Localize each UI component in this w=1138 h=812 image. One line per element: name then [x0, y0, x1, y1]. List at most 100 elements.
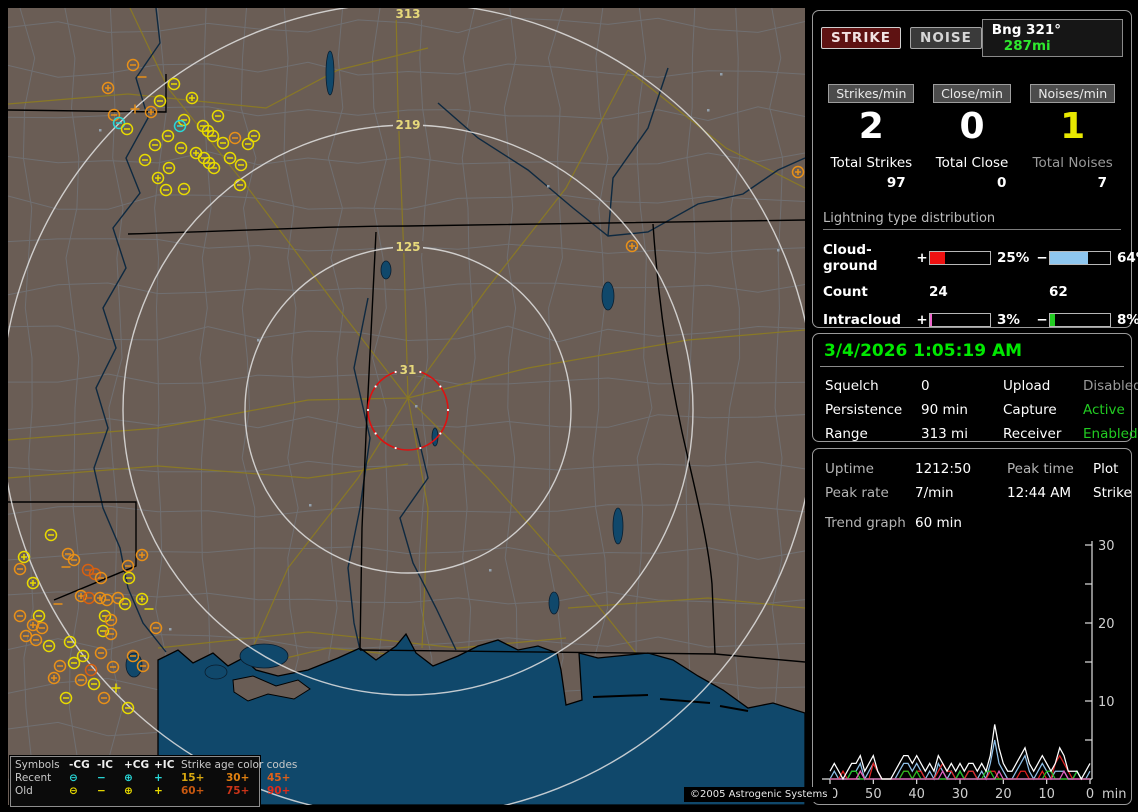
legend-row-recent-label: Recent: [15, 772, 52, 784]
ic-neg-bar-fill: [1050, 314, 1055, 326]
cg-neg-old-icon: ⊖: [69, 785, 78, 797]
noises-per-min-value: 1: [1060, 106, 1086, 147]
svg-text:30: 30: [952, 787, 969, 802]
minus-sign: −: [1036, 312, 1048, 328]
strikes-per-min-chip: Strikes/min: [828, 84, 915, 103]
noises-per-min-chip: Noises/min: [1030, 84, 1116, 103]
persistence-value: 90 min: [921, 402, 968, 418]
cg-neg-bar-fill: [1050, 252, 1089, 264]
peak-rate-value: 7/min: [915, 485, 954, 501]
legend-col-ic-pos: +IC: [154, 759, 175, 771]
strike-counter-panel: STRIKE NOISE Bng 321° 287mi Strikes/min …: [812, 10, 1138, 354]
svg-text:30: 30: [1098, 539, 1115, 554]
total-strikes-value: 97: [886, 175, 906, 191]
legend-col-ic-neg: -IC: [97, 759, 113, 771]
svg-text:125: 125: [395, 240, 420, 254]
ic-neg-recent-icon: −: [97, 772, 106, 784]
svg-text:31: 31: [400, 363, 417, 377]
close-per-min-value: 0: [959, 106, 985, 147]
legend-row-old-label: Old: [15, 785, 33, 797]
lightning-map[interactable]: 31 125 219 313: [8, 8, 805, 805]
plot-value: Strike: [1093, 485, 1132, 501]
uptime-label: Uptime: [825, 461, 874, 477]
datetime-display: 3/4/2026 1:05:19 AM: [820, 334, 1124, 367]
age-45: 45+: [267, 772, 291, 784]
svg-text:10: 10: [1098, 695, 1115, 710]
status-panel: 3/4/2026 1:05:19 AM Squelch 0 Upload Dis…: [812, 333, 1138, 442]
ic-pos-bar-fill: [930, 314, 932, 326]
range-label: Range: [825, 426, 868, 442]
map-canvas: 31 125 219 313: [8, 8, 805, 805]
ic-pos-old-icon: +: [154, 785, 163, 797]
ic-pos-pct: 3%: [997, 312, 1020, 328]
strikes-per-min-value: 2: [858, 106, 884, 147]
close-per-min-column: Close/min 0 Total Close 0: [922, 83, 1023, 191]
plus-sign: +: [916, 312, 928, 328]
strike-button[interactable]: STRIKE: [821, 27, 902, 49]
bearing-value: Bng 321°: [991, 22, 1061, 38]
squelch-value: 0: [921, 378, 930, 394]
plus-sign: +: [916, 250, 928, 266]
ic-pos-bar: [929, 313, 991, 327]
bearing-distance: 287mi: [1003, 38, 1051, 54]
age-60: 60+: [181, 785, 205, 797]
ic-neg-bar: [1049, 313, 1111, 327]
svg-text:0: 0: [1086, 787, 1094, 802]
peak-time-value: 12:44 AM: [1007, 485, 1072, 501]
age-30: 30+: [226, 772, 250, 784]
ic-pos-recent-icon: +: [154, 772, 163, 784]
svg-text:min: min: [1102, 787, 1127, 802]
copyright-text: ©2005 Astrogenic Systems: [684, 787, 834, 802]
noise-button[interactable]: NOISE: [910, 27, 982, 49]
svg-text:20: 20: [1098, 617, 1115, 632]
nexstorm-window: { "panel_top": { "strike_btn": "STRIKE",…: [0, 0, 1138, 812]
age-75: 75+: [226, 785, 250, 797]
minus-sign: −: [1036, 250, 1048, 266]
cg-pos-count: 24: [929, 284, 948, 300]
distribution-title: Lightning type distribution: [823, 211, 1121, 230]
total-noises-value: 7: [1097, 175, 1108, 191]
legend-symbols-header: Symbols: [15, 759, 60, 771]
age-90: 90+: [267, 785, 291, 797]
cg-neg-recent-icon: ⊖: [69, 772, 78, 784]
ic-neg-old-icon: −: [97, 785, 106, 797]
noises-per-min-column: Noises/min 1 Total Noises 7: [1022, 83, 1123, 191]
legend-col-cg-neg: -CG: [69, 759, 90, 771]
cg-neg-bar: [1049, 251, 1111, 265]
cg-pos-bar-fill: [930, 252, 945, 264]
strikes-per-min-column: Strikes/min 2 Total Strikes 97: [821, 83, 922, 191]
range-value: 313 mi: [921, 426, 968, 442]
trend-panel: Uptime 1212:50 Peak time Plot Peak rate …: [812, 448, 1132, 805]
cg-pos-old-icon: ⊕: [124, 785, 133, 797]
total-strikes-label: Total Strikes: [830, 155, 913, 171]
receiver-value: Enabled: [1083, 426, 1138, 442]
peak-time-label: Peak time: [1007, 461, 1074, 477]
capture-value: Active: [1083, 402, 1125, 418]
cg-neg-count: 62: [1049, 284, 1068, 300]
squelch-label: Squelch: [825, 378, 879, 394]
svg-text:313: 313: [395, 8, 420, 21]
svg-text:20: 20: [995, 787, 1012, 802]
persistence-label: Persistence: [825, 402, 903, 418]
close-per-min-chip: Close/min: [933, 84, 1011, 103]
legend-age-header: Strike age color codes: [181, 759, 298, 771]
cg-pos-pct: 25%: [997, 250, 1030, 266]
age-15: 15+: [181, 772, 205, 784]
svg-text:40: 40: [908, 787, 925, 802]
legend-col-cg-pos: +CG: [124, 759, 150, 771]
cg-neg-pct: 64%: [1117, 250, 1138, 266]
receiver-label: Receiver: [1003, 426, 1062, 442]
trend-graph-value: 60 min: [915, 515, 962, 531]
cg-pos-bar: [929, 251, 991, 265]
ic-neg-pct: 8%: [1117, 312, 1138, 328]
trend-graph-label: Trend graph: [825, 515, 906, 531]
uptime-value: 1212:50: [915, 461, 972, 477]
upload-label: Upload: [1003, 378, 1051, 394]
svg-text:50: 50: [865, 787, 882, 802]
svg-text:219: 219: [395, 118, 420, 132]
svg-text:10: 10: [1038, 787, 1055, 802]
upload-value: Disabled: [1083, 378, 1138, 394]
map-legend: Symbols -CG -IC +CG +IC Strike age color…: [10, 756, 297, 807]
intracloud-label: Intracloud: [823, 312, 902, 328]
cg-count-label: Count: [823, 284, 868, 300]
